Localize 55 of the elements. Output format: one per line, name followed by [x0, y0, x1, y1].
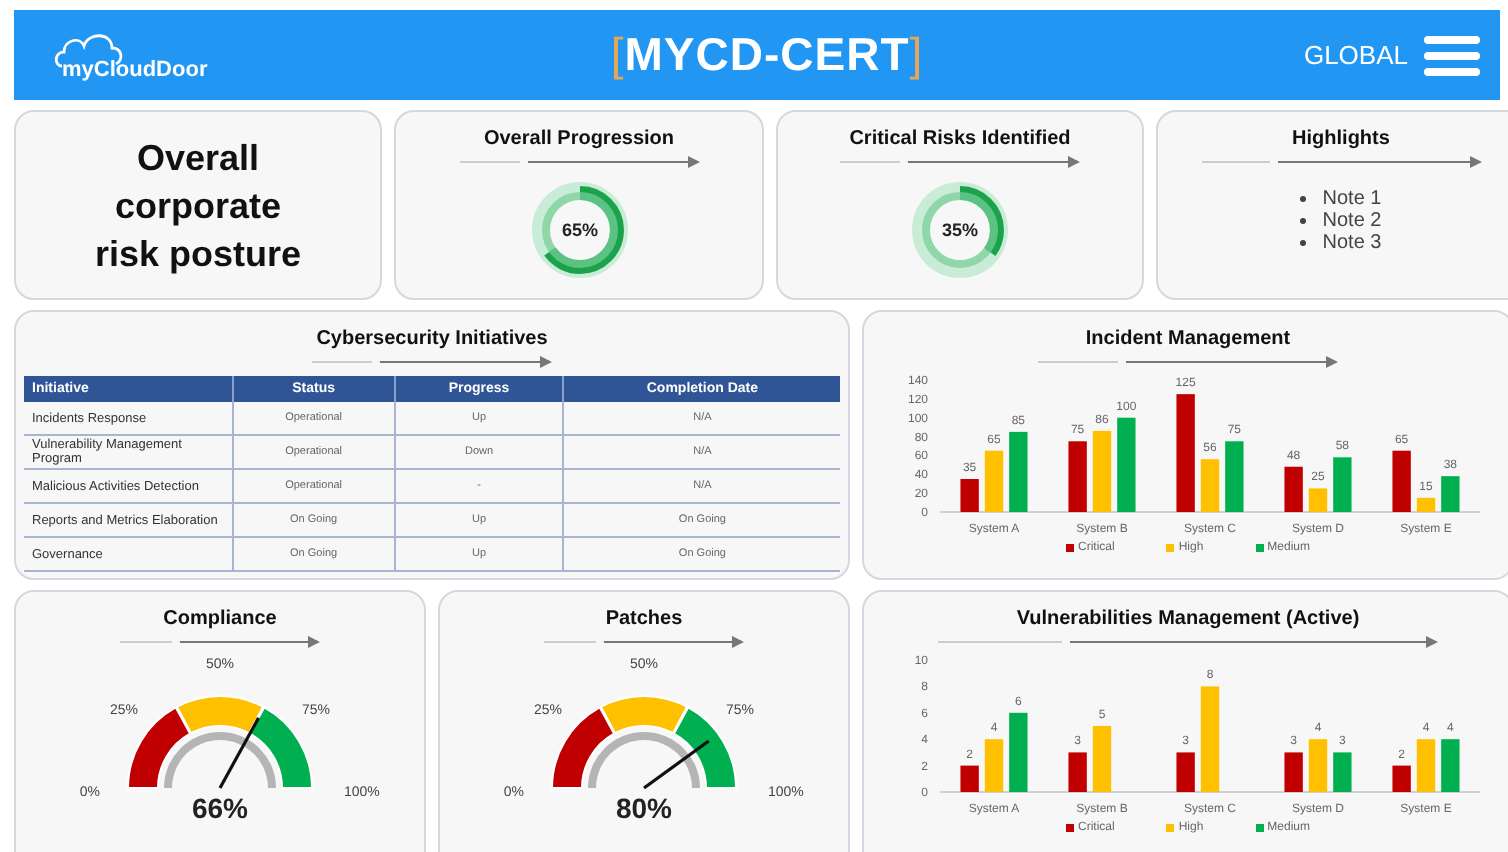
bar	[1117, 417, 1136, 512]
bar	[1441, 476, 1460, 512]
card-title: Overall Progression	[483, 128, 675, 150]
bar	[1333, 752, 1352, 792]
bar	[1416, 739, 1436, 792]
card-title: Compliance	[163, 608, 277, 630]
bar	[1333, 457, 1352, 512]
bar	[1176, 394, 1195, 512]
bar	[984, 450, 1004, 512]
bar	[1308, 488, 1328, 512]
title-bracket: [	[610, 28, 625, 80]
card-title: Critical Risks Identified	[849, 128, 1071, 150]
posture-heading: Overall corporate risk posture	[92, 135, 304, 277]
bullet-icon	[1300, 196, 1307, 202]
gauge-reading: 66%	[191, 792, 249, 824]
card-title: Patches	[605, 608, 683, 630]
gauge-reading: 80%	[615, 792, 673, 824]
bar	[1009, 431, 1028, 512]
bar	[1416, 497, 1436, 512]
bar	[1092, 430, 1112, 512]
gauge-needle	[643, 739, 710, 790]
bar	[960, 479, 979, 512]
note-text: Note 2	[1322, 210, 1382, 232]
menu-icon[interactable]	[1424, 35, 1480, 75]
bar	[1176, 752, 1195, 792]
bar	[984, 739, 1004, 792]
bar	[1392, 765, 1411, 792]
bar	[1068, 441, 1087, 512]
bar	[1441, 739, 1460, 792]
bar	[1308, 739, 1328, 792]
bar	[1092, 726, 1112, 792]
percent-label: 65%	[561, 220, 597, 240]
bar	[1068, 752, 1087, 792]
bullet-icon	[1300, 218, 1307, 224]
card-title: Incident Management	[1085, 328, 1291, 350]
bar	[1225, 441, 1244, 512]
note-text: Note 1	[1322, 188, 1382, 210]
logo-text: myCloudDoor	[62, 57, 208, 81]
percent-label: 35%	[942, 220, 978, 240]
bar	[1392, 450, 1411, 512]
card-title: Vulnerabilities Management (Active)	[1016, 608, 1360, 630]
bar	[1200, 686, 1220, 792]
title-bracket: ]	[909, 28, 924, 80]
bar	[1009, 712, 1028, 792]
note-text: Note 3	[1322, 232, 1382, 254]
card-title: Highlights	[1292, 128, 1390, 150]
bar	[960, 765, 979, 792]
bullet-icon	[1300, 240, 1307, 246]
bar	[1200, 459, 1220, 512]
app-title: MYCD-CERT	[624, 28, 910, 80]
card-title: Cybersecurity Initiatives	[316, 328, 548, 350]
scope-label[interactable]: GLOBAL	[1303, 40, 1408, 70]
bar	[1284, 466, 1303, 512]
gauge-needle	[218, 717, 260, 789]
bar	[1284, 752, 1303, 792]
